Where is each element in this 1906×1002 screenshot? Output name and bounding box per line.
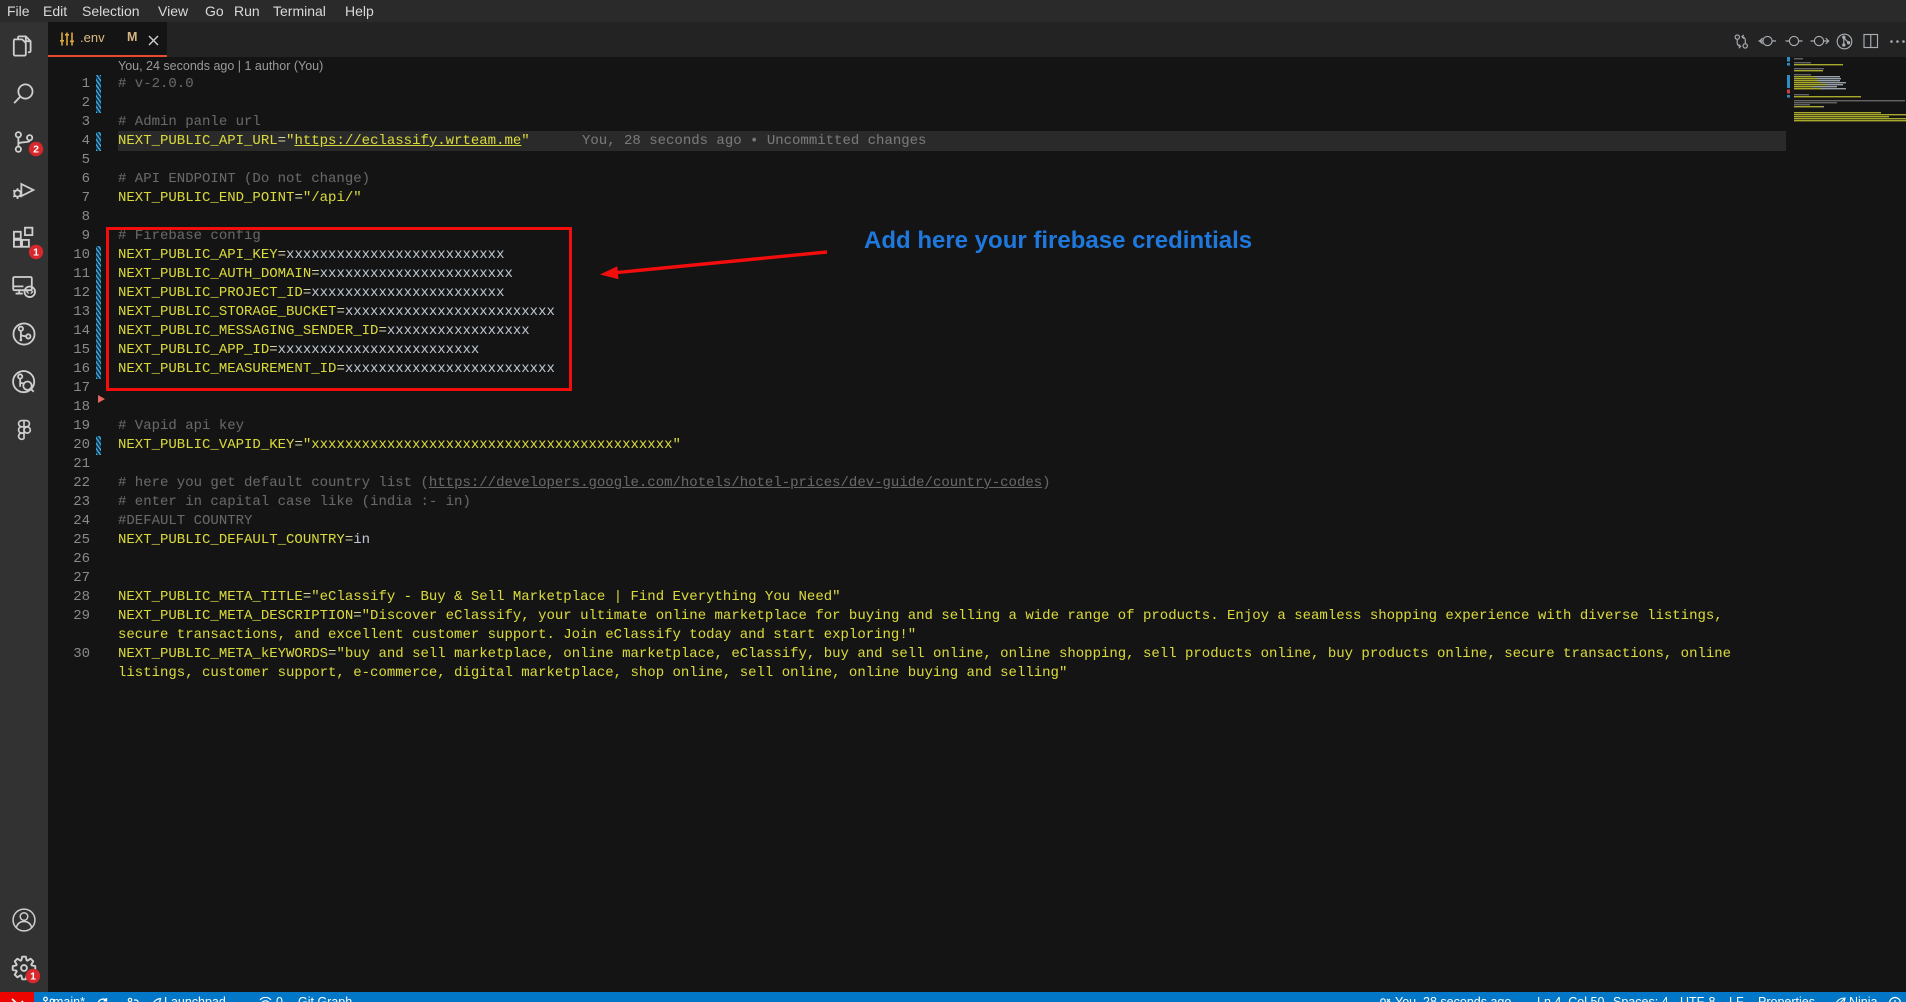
svg-text:1: 1 — [33, 246, 39, 258]
svg-text:2: 2 — [33, 143, 39, 155]
svg-text:1: 1 — [30, 970, 36, 982]
